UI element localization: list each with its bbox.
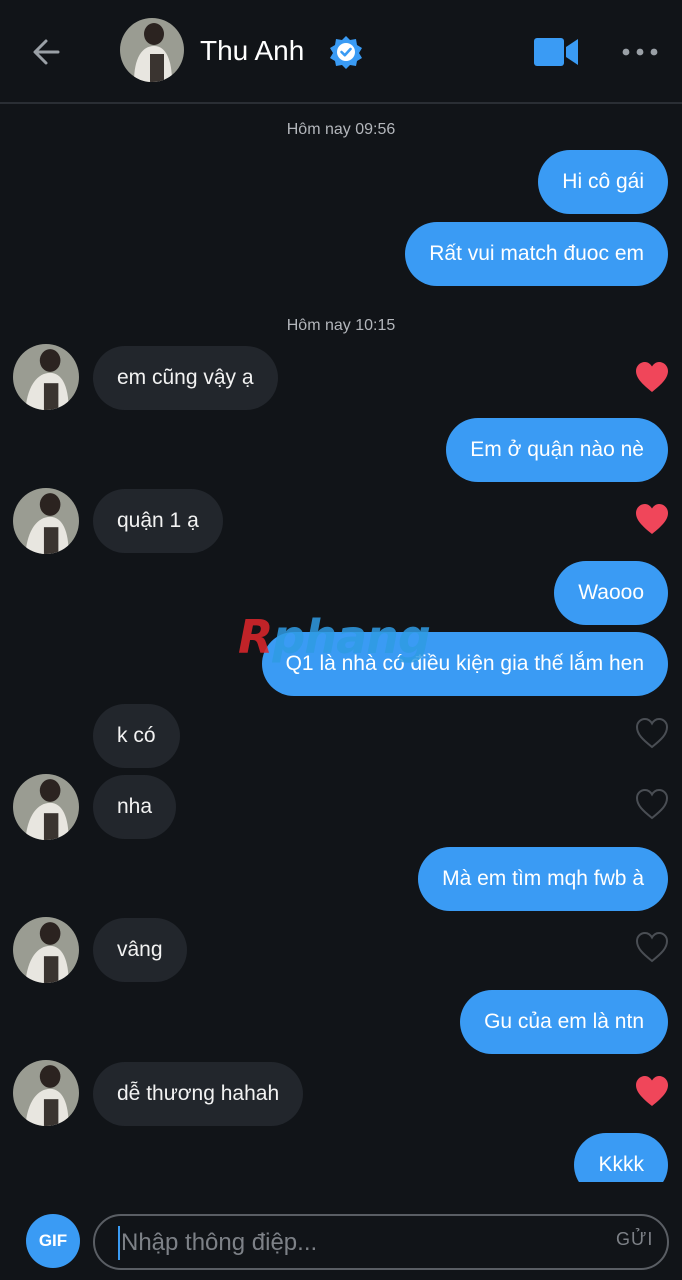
received-message[interactable]: k có xyxy=(93,704,180,768)
sent-message[interactable]: Em ở quận nào nè xyxy=(446,418,668,482)
heart-icon[interactable] xyxy=(634,360,670,394)
heart-icon[interactable] xyxy=(634,502,670,536)
heart-outline-icon[interactable] xyxy=(634,716,670,750)
received-message[interactable]: em cũng vậy ạ xyxy=(93,346,278,410)
received-message[interactable]: nha xyxy=(93,775,177,839)
contact-avatar[interactable] xyxy=(13,774,79,840)
received-message[interactable]: dễ thương hahah xyxy=(93,1062,304,1126)
video-call-icon[interactable] xyxy=(532,34,580,70)
back-arrow-icon[interactable] xyxy=(28,32,68,72)
more-options-icon[interactable] xyxy=(620,38,660,66)
sent-message[interactable]: Mà em tìm mqh fwb à xyxy=(418,847,668,911)
gif-button[interactable]: GIF xyxy=(26,1214,80,1268)
sent-message[interactable]: Hi cô gái xyxy=(538,150,668,214)
heart-outline-icon[interactable] xyxy=(634,787,670,821)
contact-avatar[interactable] xyxy=(13,917,79,983)
timestamp: Hôm nay 10:15 xyxy=(286,317,396,334)
sent-message[interactable]: Rất vui match đuoc em xyxy=(405,222,668,286)
watermark-logo: Rphang xyxy=(238,610,431,664)
message-input-placeholder: Nhập thông điệp... xyxy=(121,1229,318,1256)
chat-header: Thu Anh xyxy=(0,0,682,104)
sent-message[interactable]: Waooo xyxy=(554,561,668,625)
contact-avatar[interactable] xyxy=(120,18,184,82)
contact-avatar[interactable] xyxy=(13,1060,79,1126)
text-caret xyxy=(118,1226,120,1260)
timestamp: Hôm nay 09:56 xyxy=(286,121,396,138)
verified-badge-icon xyxy=(330,36,362,69)
contact-avatar[interactable] xyxy=(13,344,79,410)
send-button[interactable]: GỬI xyxy=(616,1229,653,1250)
contact-avatar[interactable] xyxy=(13,488,79,554)
received-message[interactable]: vâng xyxy=(93,918,187,982)
contact-name[interactable]: Thu Anh xyxy=(200,30,304,72)
sent-message[interactable]: Gu của em là ntn xyxy=(460,990,668,1054)
received-message[interactable]: quận 1 ạ xyxy=(93,489,223,553)
heart-icon[interactable] xyxy=(634,1074,670,1108)
heart-outline-icon[interactable] xyxy=(634,930,670,964)
